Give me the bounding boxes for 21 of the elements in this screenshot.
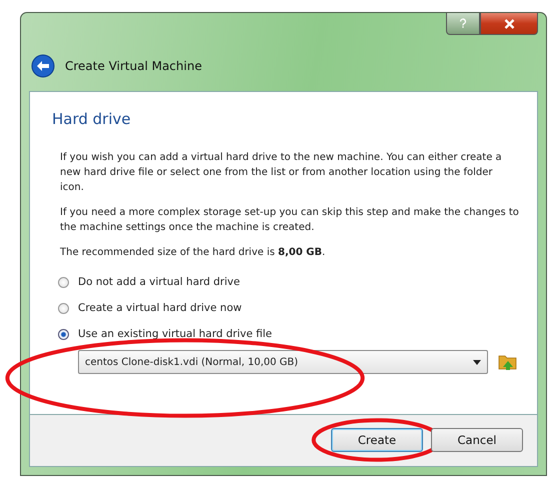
create-button[interactable]: Create bbox=[331, 428, 423, 452]
window-title: Create Virtual Machine bbox=[65, 59, 202, 73]
description-text: The recommended size of the hard drive is 8,00 GB. bbox=[60, 246, 326, 260]
radio-button[interactable] bbox=[58, 328, 69, 340]
back-icon[interactable] bbox=[31, 54, 55, 78]
radio-option[interactable]: Do not add a virtual hard drive bbox=[58, 276, 519, 288]
page-heading: Hard drive bbox=[52, 110, 132, 128]
radio-option[interactable]: Create a virtual hard drive now bbox=[58, 302, 519, 314]
description-text: If you need a more complex storage set-up you can skip this step and make the changes to the machine settings once the machine is created. bbox=[60, 206, 519, 235]
cancel-button[interactable]: Cancel bbox=[431, 428, 523, 452]
radio-button[interactable] bbox=[58, 276, 69, 288]
description-text: If you wish you can add a virtual hard drive to the new machine. You can either create a new hard drive file or select one from the list or from another location using the folder icon. bbox=[60, 151, 503, 195]
help-button[interactable] bbox=[446, 13, 480, 35]
file-dropdown[interactable]: centos Clone-disk1.vdi (Normal, 10,00 GB) bbox=[78, 350, 488, 374]
radio-button[interactable] bbox=[58, 302, 69, 314]
close-icon bbox=[502, 18, 516, 28]
radio-option[interactable]: Use an existing virtual hard drive file bbox=[58, 328, 519, 340]
folder-icon[interactable] bbox=[498, 353, 518, 371]
help-icon bbox=[459, 18, 467, 29]
close-button[interactable] bbox=[480, 13, 538, 35]
caret-icon bbox=[473, 360, 481, 364]
